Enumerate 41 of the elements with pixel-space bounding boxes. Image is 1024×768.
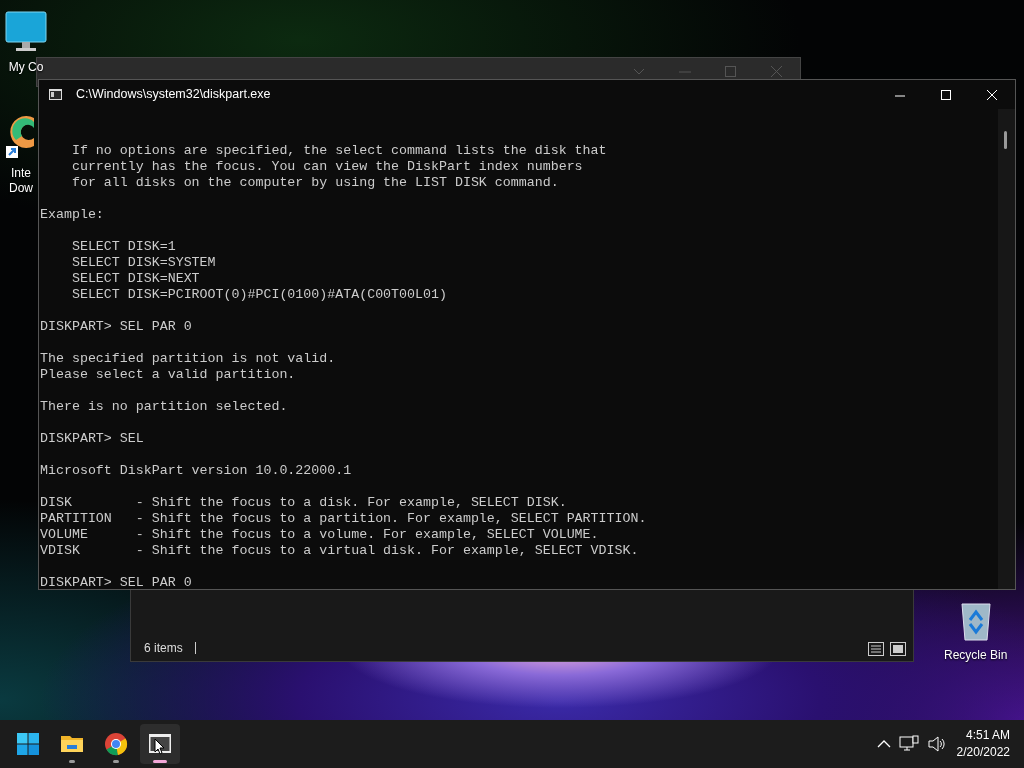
- console-line: If no options are specified, the select command lists the disk that: [70, 143, 607, 159]
- icon-label: Inte: [11, 166, 31, 181]
- chevron-icon[interactable]: [876, 739, 891, 749]
- console-line: There is no partition selected.: [40, 399, 288, 415]
- network-icon[interactable]: [898, 735, 919, 753]
- tiles-view-icon[interactable]: [889, 641, 907, 657]
- browser-icon[interactable]: [104, 732, 128, 756]
- monitor-icon: [4, 10, 48, 54]
- console-line: VDISK - Shift the focus to a virtual disk. For example, SELECT VDISK.: [40, 543, 639, 559]
- start-icon[interactable]: [17, 733, 39, 755]
- scrollbar[interactable]: [998, 109, 1015, 589]
- console-line: VOLUME - Shift the focus to a volume. For example, SELECT VOLUME.: [40, 527, 599, 543]
- clock-time[interactable]: 4:51 AM: [965, 727, 1010, 744]
- window-title: C:\Windows\system32\diskpart.exe: [76, 86, 272, 104]
- maximize-icon[interactable]: [940, 88, 952, 101]
- console-line: SELECT DISK=1: [70, 239, 176, 255]
- console-line: Example:: [40, 207, 104, 223]
- console-line: SELECT DISK=PCIROOT(0)#PCI(0100)#ATA(C00T00L01): [70, 287, 447, 303]
- icon-label: My Co: [8, 60, 44, 74]
- console-line: DISK - Shift the focus to a disk. For example, SELECT DISK.: [40, 495, 567, 511]
- divider: [194, 642, 196, 654]
- status-text: 6 items: [144, 640, 183, 657]
- volume-icon[interactable]: [926, 735, 947, 753]
- icon-label: Recycle Bin: [944, 648, 1008, 662]
- console-line: for all disks on the computer by using the LIST DISK command.: [70, 175, 559, 191]
- console-line: DISKPART> SEL PAR 0: [40, 575, 192, 591]
- console-icon: [48, 87, 64, 102]
- console-line: The specified partition is not valid.: [40, 351, 336, 367]
- console-line: Please select a valid partition.: [40, 367, 296, 383]
- icon-label: Dow: [9, 181, 33, 196]
- console-line: SELECT DISK=SYSTEM: [70, 255, 216, 271]
- details-view-icon[interactable]: [867, 641, 885, 657]
- console-line: Microsoft DiskPart version 10.0.22000.1: [40, 463, 352, 479]
- console-line: DISKPART> SEL PAR 0: [40, 319, 192, 335]
- scrollbar-thumb[interactable]: [1004, 131, 1007, 149]
- console-line: SELECT DISK=NEXT: [70, 271, 200, 287]
- terminal-icon[interactable]: [148, 732, 172, 756]
- console-line: DISKPART> SEL: [40, 431, 144, 447]
- console-line: currently has the focus. You can view the DiskPart index numbers: [70, 159, 583, 175]
- console-line: PARTITION - Shift the focus to a partition. For example, SELECT PARTITION.: [40, 511, 647, 527]
- clock-date[interactable]: 2/20/2022: [956, 744, 1010, 761]
